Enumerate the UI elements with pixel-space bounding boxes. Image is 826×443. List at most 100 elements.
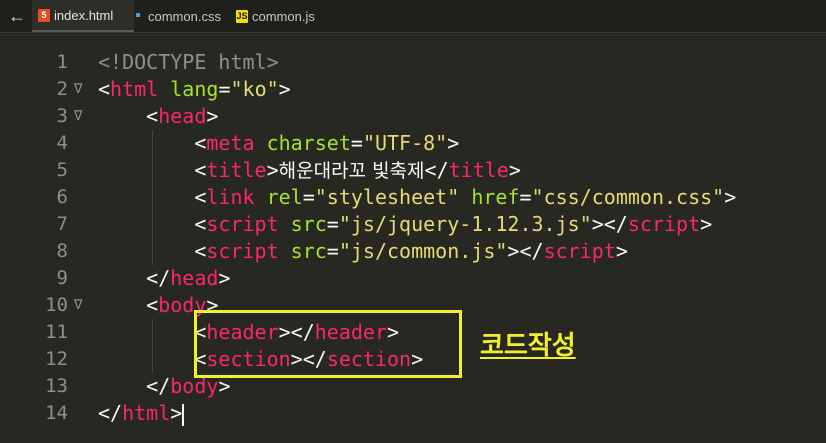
line-number: 6: [56, 186, 68, 208]
attr-name: href: [471, 185, 520, 209]
fold-toggle-icon[interactable]: ∇: [74, 292, 88, 319]
punct: <: [194, 158, 207, 182]
css3-icon: ▪: [135, 7, 141, 24]
attr-value: "ko": [230, 77, 279, 101]
punct: >: [218, 266, 231, 290]
attr-value: "UTF-8": [362, 131, 448, 155]
punct: <: [194, 212, 207, 236]
tag-name: script: [206, 212, 279, 236]
punct: >: [266, 158, 279, 182]
attr-value: "css/common.css": [531, 185, 725, 209]
fold-toggle-icon[interactable]: ∇: [74, 103, 88, 130]
line-number: 8: [56, 240, 68, 262]
text-content: 해운대라꼬 빛축제: [278, 160, 425, 182]
punct: >: [278, 77, 291, 101]
text-cursor: [182, 403, 185, 426]
punct: >: [591, 212, 604, 236]
punct: >: [507, 239, 520, 263]
tag-name: html: [122, 401, 171, 425]
line-number: 3: [56, 105, 68, 127]
tab-common-css[interactable]: ▪ common.css: [132, 0, 232, 32]
line-number: 5: [56, 159, 68, 181]
annotation-label: 코드작성: [480, 331, 576, 361]
punct: <: [146, 104, 159, 128]
line-number: 2: [56, 78, 68, 100]
tag-name: script: [206, 239, 279, 263]
punct: >: [170, 401, 183, 425]
attr-value: "js/jquery-1.12.3.js": [338, 212, 592, 236]
code-line: <meta charset="UTF-8">: [98, 130, 459, 157]
punct: >: [447, 131, 460, 155]
punct: </: [424, 158, 449, 182]
fold-toggle-icon[interactable]: ∇: [74, 76, 88, 103]
punct: =: [218, 77, 231, 101]
tab-bar: ← 5 index.html ▪ common.css JS common.js: [0, 0, 826, 33]
highlight-box: [194, 310, 462, 378]
line-number: 14: [45, 402, 68, 424]
line-number: 4: [56, 132, 68, 154]
tag-name: head: [170, 266, 219, 290]
back-arrow-button[interactable]: ←: [4, 4, 30, 28]
code-line: <head>: [98, 103, 218, 130]
attr-value: "stylesheet": [314, 185, 460, 209]
punct: </: [519, 239, 544, 263]
line-number: 13: [45, 375, 68, 397]
code-line: <script src="js/common.js"></script>: [98, 238, 628, 265]
attr-value: "js/common.js": [338, 239, 508, 263]
line-number-gutter: 1 2 3 4 5 6 7 8 9 10 11 12 13 14 ∇ ∇ ∇: [0, 33, 92, 443]
tag-name: html: [110, 77, 159, 101]
punct: <: [194, 239, 207, 263]
punct: </: [146, 374, 171, 398]
line-number: 9: [56, 267, 68, 289]
tab-label: common.css: [148, 8, 221, 24]
punct: >: [700, 212, 713, 236]
javascript-icon: JS: [236, 9, 248, 23]
punct: =: [326, 212, 339, 236]
code-editor[interactable]: 1 2 3 4 5 6 7 8 9 10 11 12 13 14 ∇ ∇ ∇ <…: [0, 33, 826, 443]
code-line: </html>: [98, 400, 185, 427]
punct: <: [194, 131, 207, 155]
code-line: <!DOCTYPE html>: [98, 49, 279, 76]
punct: >: [206, 104, 219, 128]
punct: >: [724, 185, 737, 209]
doctype: <!DOCTYPE html>: [98, 50, 279, 74]
attr-name: src: [290, 239, 327, 263]
line-number: 1: [56, 51, 68, 73]
tag-name: title: [448, 158, 509, 182]
line-number: 12: [45, 348, 68, 370]
attr-name: rel: [266, 185, 303, 209]
punct: </: [603, 212, 628, 236]
attr-name: charset: [266, 131, 351, 155]
tab-common-js[interactable]: JS common.js: [236, 0, 326, 32]
tag-name: link: [206, 185, 255, 209]
punct: <: [194, 185, 207, 209]
punct: </: [146, 266, 171, 290]
attr-name: src: [290, 212, 327, 236]
tag-name: script: [543, 239, 616, 263]
html5-icon: 5: [38, 8, 50, 22]
tab-index-html[interactable]: 5 index.html: [32, 0, 134, 32]
punct: >: [615, 239, 628, 263]
punct: <: [98, 77, 111, 101]
tag-name: meta: [206, 131, 255, 155]
line-number: 10: [45, 294, 68, 316]
code-line: <title>해운대라꼬 빛축제</title>: [98, 157, 521, 184]
punct: </: [98, 401, 123, 425]
punct: =: [350, 131, 363, 155]
tag-name: script: [627, 212, 701, 236]
tab-label: index.html: [54, 7, 114, 23]
tag-name: title: [206, 158, 267, 182]
line-number: 11: [45, 321, 68, 343]
code-line: </head>: [98, 265, 230, 292]
punct: =: [326, 239, 339, 263]
punct: =: [519, 185, 532, 209]
code-line: <html lang="ko">: [98, 76, 291, 103]
punct: =: [302, 185, 315, 209]
attr-name: lang: [170, 77, 219, 101]
punct: >: [508, 158, 521, 182]
line-number: 7: [56, 213, 68, 235]
code-line: <link rel="stylesheet" href="css/common.…: [98, 184, 736, 211]
punct: <: [146, 293, 159, 317]
tag-name: head: [158, 104, 207, 128]
tab-label: common.js: [252, 8, 315, 24]
